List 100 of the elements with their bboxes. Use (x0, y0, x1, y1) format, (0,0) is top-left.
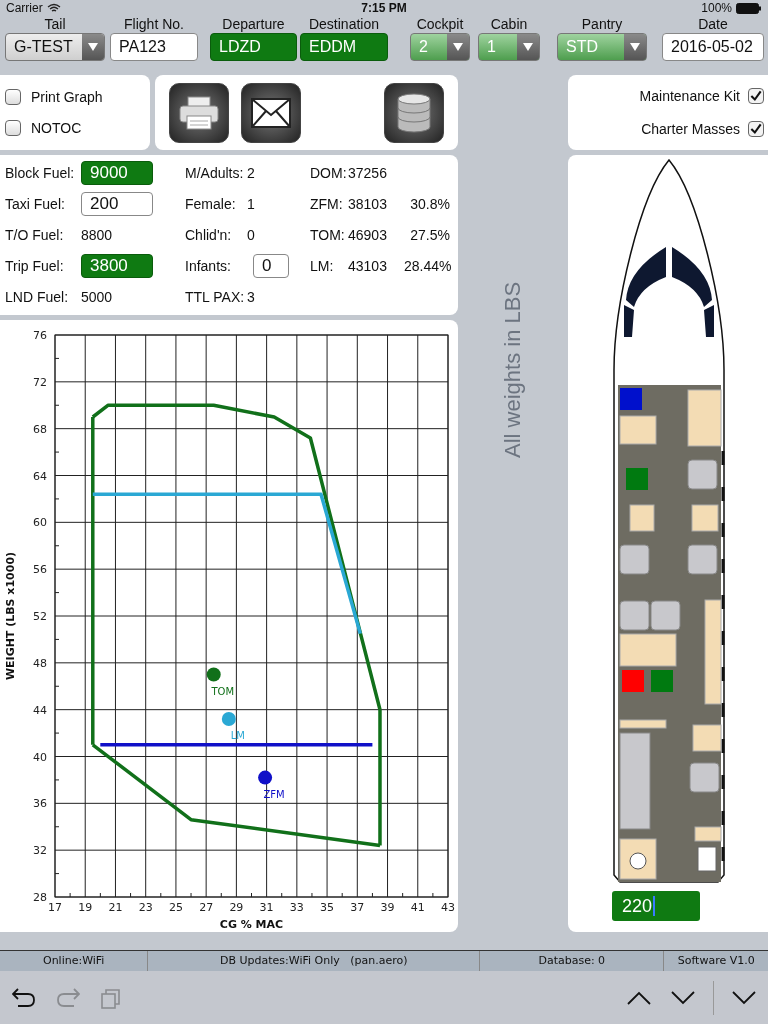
text-field[interactable]: 2016-05-02 (662, 33, 764, 61)
x-tick-label: 25 (168, 901, 183, 914)
table (629, 504, 655, 532)
seat (650, 600, 681, 631)
mass-label: LM: (310, 258, 335, 274)
mass-percent: 28.44% (404, 258, 450, 274)
seat (687, 459, 718, 490)
dropdown[interactable]: G-TEST (5, 33, 105, 61)
field-label: Pantry (581, 16, 623, 33)
y-tick-label: 28 (33, 891, 47, 904)
seat (687, 544, 718, 575)
text-field[interactable]: LDZD (210, 33, 297, 61)
fuel-label: Taxi Fuel: (5, 196, 66, 212)
printer-icon (179, 95, 219, 130)
field-label: Destination (308, 16, 379, 33)
seat-marker[interactable] (622, 670, 644, 692)
table (619, 719, 667, 729)
caret-icon (630, 43, 640, 51)
table (692, 724, 722, 752)
text-field[interactable]: PA123 (110, 33, 198, 61)
table (619, 415, 657, 445)
caret-icon (88, 43, 98, 51)
redo-icon (56, 986, 80, 1009)
seat-marker[interactable] (651, 670, 673, 692)
x-tick-label: 29 (229, 901, 244, 914)
fuel-value: 5000 (81, 289, 113, 305)
table (619, 633, 677, 667)
mass-percent: 30.8% (409, 196, 450, 212)
passenger-label: Female: (185, 196, 237, 212)
field-label: Tail (44, 16, 66, 33)
seat-marker[interactable] (620, 388, 642, 410)
x-tick-label: 23 (138, 901, 153, 914)
passenger-label: Chlid'n: (185, 227, 233, 243)
checkbox-label: NOTOC (31, 120, 82, 137)
seat-marker[interactable] (626, 468, 648, 490)
printer-button[interactable] (169, 82, 229, 143)
mass-value: 43103 (348, 258, 388, 274)
passenger-label: M/Adults: (185, 165, 245, 181)
y-tick-label: 44 (33, 703, 47, 717)
fuel-label: LND Fuel: (5, 289, 70, 305)
field-label: Flight No. (124, 16, 184, 33)
passenger-label: TTL PAX: (185, 289, 246, 305)
mass-value: 46903 (348, 227, 388, 243)
checkbox[interactable] (5, 88, 21, 105)
y-tick-label: 48 (33, 656, 47, 670)
mass-label: ZFM: (310, 196, 344, 212)
y-tick-label: 60 (33, 516, 47, 530)
mass-label: TOM: (310, 227, 346, 243)
clock-time: 7:15 PM (360, 1, 408, 15)
x-tick-label: 31 (259, 901, 274, 914)
x-tick-label: 21 (108, 901, 123, 914)
mass-value: 38103 (348, 196, 388, 212)
y-tick-label: 64 (33, 469, 47, 483)
fuel-value: 8800 (81, 227, 113, 243)
point-label: TOM (211, 685, 234, 697)
fuel-field[interactable]: 9000 (81, 161, 153, 185)
down-button[interactable] (669, 988, 697, 1007)
fuel-field[interactable]: 3800 (81, 254, 153, 278)
table (691, 504, 719, 532)
seat (619, 544, 650, 575)
washbasin (629, 852, 647, 870)
passenger-count: 0 (247, 227, 255, 243)
units-note: All weights in LBS (500, 280, 526, 461)
database-button[interactable] (384, 82, 444, 143)
checkbox[interactable] (5, 120, 21, 137)
seat (619, 600, 650, 631)
fuel-label: T/O Fuel: (5, 227, 65, 243)
x-tick-label: 33 (289, 901, 304, 914)
x-tick-label: 35 (320, 901, 335, 914)
checkbox-label: Charter Masses (641, 121, 740, 138)
x-tick-label: 17 (48, 901, 62, 914)
y-tick-label: 52 (33, 610, 47, 623)
y-tick-label: 36 (33, 797, 47, 811)
table (687, 389, 722, 447)
collapse-button[interactable] (730, 988, 758, 1007)
mass-percent: 27.5% (409, 227, 450, 243)
x-tick-label: 19 (78, 901, 93, 914)
status-text: Software V1.0 (676, 953, 756, 969)
y-tick-label: 40 (33, 750, 47, 764)
cabin-input-field[interactable]: 220 (612, 891, 700, 921)
x-tick-label: 27 (199, 901, 214, 914)
carrier-label: Carrier (6, 1, 43, 15)
mail-button[interactable] (241, 82, 301, 143)
cabinet (697, 846, 717, 872)
table (694, 826, 722, 842)
chevron-down-icon (671, 990, 695, 1005)
text-field[interactable]: EDDM (300, 33, 388, 61)
field-label: Cockpit (416, 16, 464, 33)
y-tick-label: 72 (33, 375, 47, 389)
y-tick-label: 68 (33, 422, 47, 436)
x-axis-title: CG % MAC (219, 918, 284, 931)
checkbox[interactable] (748, 121, 764, 138)
y-axis-title: WEIGHT (LBS x1000) (4, 551, 17, 681)
checkbox[interactable] (748, 87, 764, 104)
seat (689, 762, 720, 793)
passenger-field[interactable]: 0 (253, 254, 289, 278)
fuel-label: Trip Fuel: (5, 258, 65, 274)
fuel-field[interactable]: 200 (81, 192, 153, 216)
battery-icon (736, 2, 762, 14)
database-icon (396, 92, 432, 133)
